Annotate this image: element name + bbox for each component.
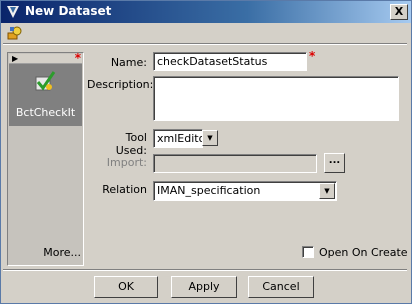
import-field[interactable] (153, 154, 317, 173)
import-browse-button[interactable]: ... (324, 153, 345, 173)
name-label: Name: (110, 56, 147, 69)
chevron-down-icon[interactable]: ▼ (319, 183, 335, 199)
relation-select[interactable]: IMAN_specification (153, 181, 337, 201)
type-panel-header: ▶ * (9, 51, 82, 65)
title-bar[interactable]: New Dataset X (1, 1, 411, 23)
apply-button[interactable]: Apply (171, 276, 237, 298)
relation-label: Relation (102, 183, 147, 196)
checkmark-icon (35, 71, 56, 91)
cancel-button[interactable]: Cancel (248, 276, 314, 298)
dataset-tool-icon[interactable] (7, 25, 23, 41)
more-types-link[interactable]: More... (8, 246, 81, 259)
window-title: New Dataset (25, 4, 112, 18)
open-on-create-label: Open On Create (319, 246, 408, 259)
dataset-type-item[interactable]: BctCheckIt (9, 64, 82, 126)
description-field[interactable] (153, 76, 399, 121)
chevron-down-icon[interactable]: ▼ (202, 130, 218, 146)
expand-arrow-icon[interactable]: ▶ (12, 54, 18, 63)
new-dataset-dialog: New Dataset X ▶ * BctCheckIt More... Nam… (0, 0, 412, 304)
ok-button[interactable]: OK (94, 276, 158, 298)
import-label: Import: (106, 156, 147, 169)
type-required-marker: * (74, 51, 81, 65)
tool-used-label: Tool Used: (115, 131, 147, 157)
app-logo-icon (7, 6, 19, 18)
toolbar-separator (3, 43, 407, 45)
description-label: Description: (87, 78, 154, 91)
dataset-type-panel: ▶ * BctCheckIt More... (7, 51, 84, 266)
close-button[interactable]: X (390, 4, 408, 20)
dataset-type-label: BctCheckIt (15, 106, 76, 119)
open-on-create-checkbox[interactable] (302, 246, 314, 258)
tool-used-select[interactable]: xmlEditor (153, 129, 210, 148)
name-field[interactable]: checkDatasetStatus (153, 52, 307, 71)
button-separator (3, 269, 407, 271)
name-required-marker: * (309, 49, 316, 63)
